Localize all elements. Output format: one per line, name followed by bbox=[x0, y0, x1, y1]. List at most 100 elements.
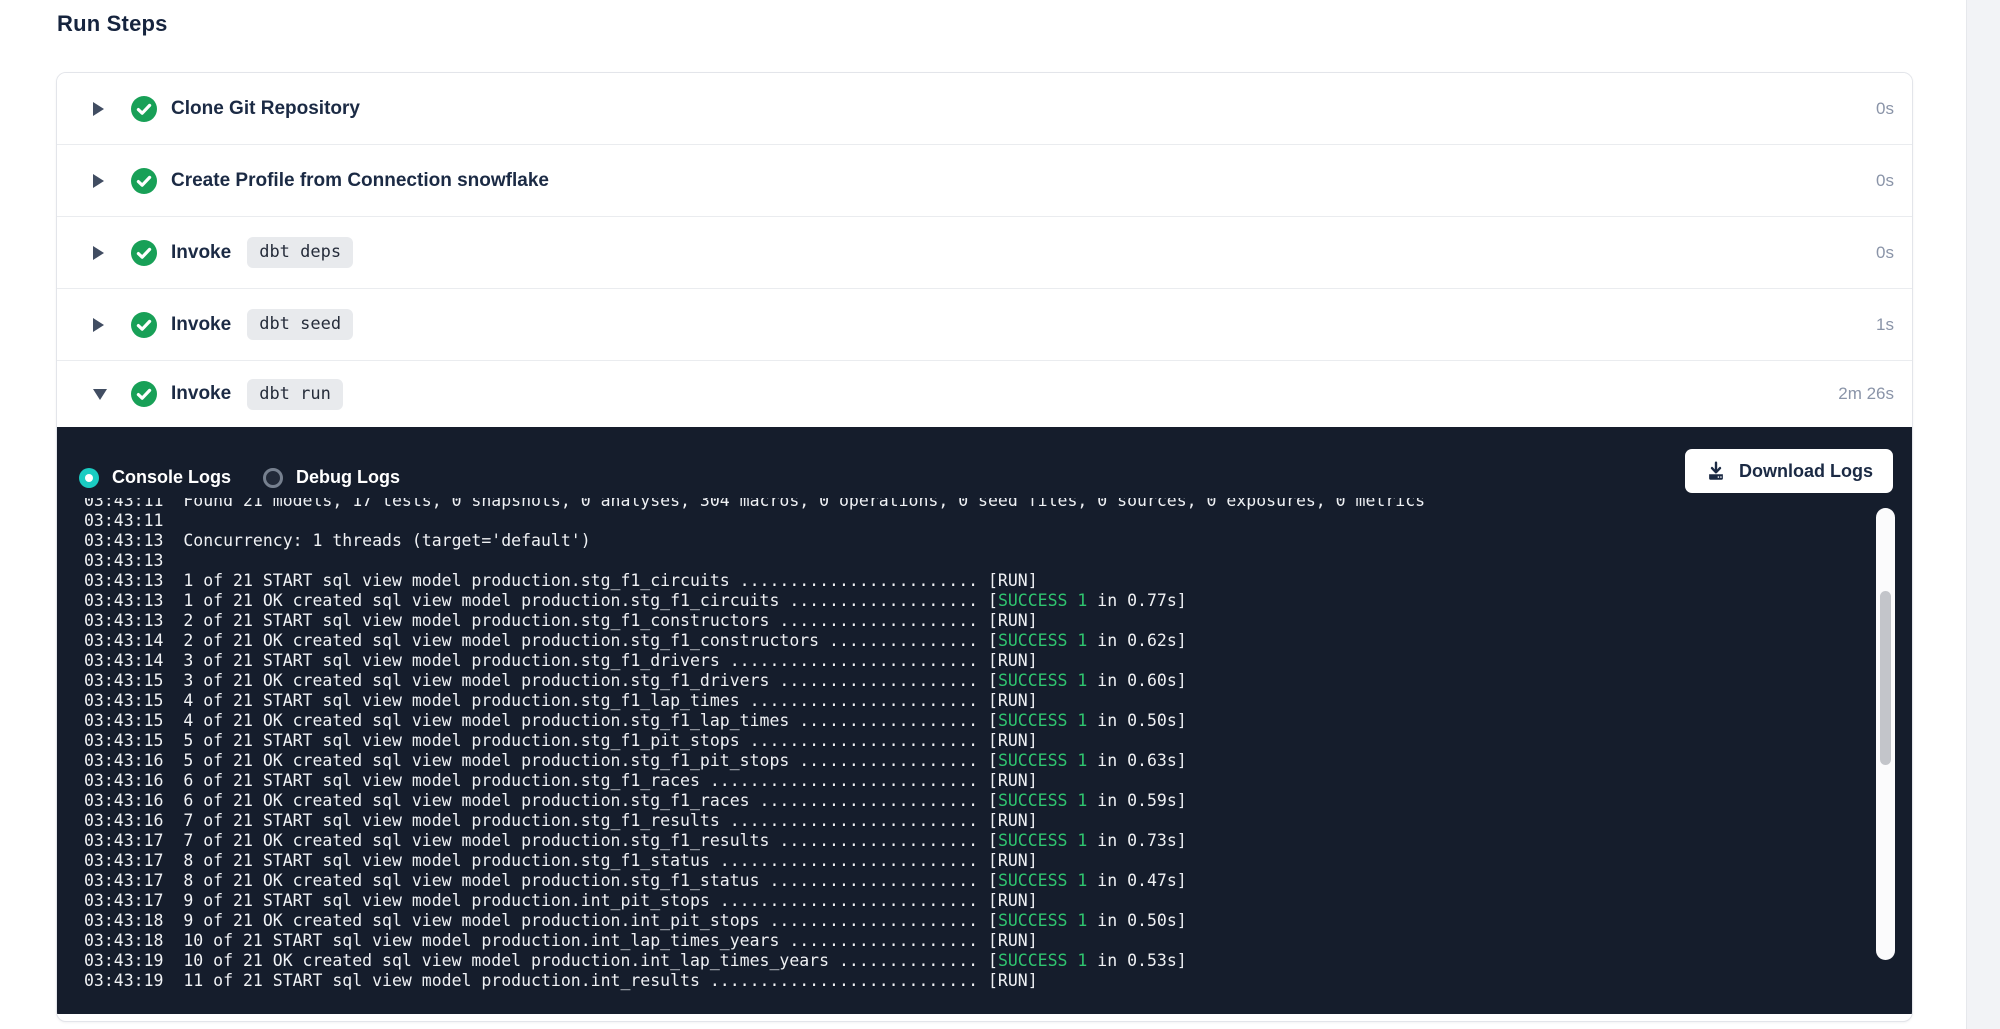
chevron-right-icon[interactable] bbox=[93, 318, 107, 332]
page: Run Steps Clone Git Repository0sCreate P… bbox=[0, 0, 2000, 1029]
log-line: 03:43:14 2 of 21 OK created sql view mod… bbox=[84, 631, 1912, 651]
radio-unselected-icon[interactable] bbox=[263, 468, 283, 488]
log-status: [RUN] bbox=[978, 891, 1038, 910]
log-status: [RUN] bbox=[978, 851, 1038, 870]
step-row-invoke-dbt-deps[interactable]: Invokedbt deps0s bbox=[57, 217, 1912, 289]
log-status: [RUN] bbox=[978, 771, 1038, 790]
log-line: 03:43:15 4 of 21 START sql view model pr… bbox=[84, 691, 1912, 711]
status-success-icon bbox=[131, 381, 157, 407]
log-message: 4 of 21 OK created sql view model produc… bbox=[163, 711, 978, 730]
status-success-icon bbox=[131, 168, 157, 194]
step-label: Invoke bbox=[171, 314, 231, 336]
log-timestamp: 03:43:11 bbox=[84, 498, 163, 510]
step-row-invoke-dbt-run[interactable]: Invokedbt run2m 26s bbox=[57, 361, 1912, 427]
log-status-success: SUCCESS 1 bbox=[998, 831, 1087, 850]
log-message: 6 of 21 OK created sql view model produc… bbox=[163, 791, 978, 810]
log-timestamp: 03:43:17 bbox=[84, 871, 163, 890]
log-timestamp: 03:43:17 bbox=[84, 891, 163, 910]
scrollbar-thumb[interactable] bbox=[1880, 591, 1891, 765]
log-line: 03:43:17 8 of 21 START sql view model pr… bbox=[84, 851, 1912, 871]
log-status-success: SUCCESS 1 bbox=[998, 871, 1087, 890]
log-message: 4 of 21 START sql view model production.… bbox=[163, 691, 978, 710]
step-command-chip: dbt run bbox=[247, 379, 343, 410]
step-row-invoke-dbt-seed[interactable]: Invokedbt seed1s bbox=[57, 289, 1912, 361]
log-timestamp: 03:43:16 bbox=[84, 751, 163, 770]
log-status: [ bbox=[978, 871, 998, 890]
log-line: 03:43:17 7 of 21 OK created sql view mod… bbox=[84, 831, 1912, 851]
log-status: [RUN] bbox=[978, 731, 1038, 750]
log-status: [RUN] bbox=[978, 931, 1038, 950]
radio-label: Console Logs bbox=[112, 467, 231, 488]
page-title: Run Steps bbox=[57, 11, 168, 37]
log-line: 03:43:13 1 of 21 OK created sql view mod… bbox=[84, 591, 1912, 611]
log-timestamp: 03:43:14 bbox=[84, 631, 163, 650]
log-line: 03:43:15 4 of 21 OK created sql view mod… bbox=[84, 711, 1912, 731]
step-row-clone-git-repository[interactable]: Clone Git Repository0s bbox=[57, 73, 1912, 145]
log-timestamp: 03:43:19 bbox=[84, 951, 163, 970]
log-status-tail: in 0.60s] bbox=[1087, 671, 1186, 690]
log-line: 03:43:13 2 of 21 START sql view model pr… bbox=[84, 611, 1912, 631]
log-timestamp: 03:43:13 bbox=[84, 551, 163, 570]
log-timestamp: 03:43:16 bbox=[84, 791, 163, 810]
log-line: 03:43:11 bbox=[84, 511, 1912, 531]
download-logs-label: Download Logs bbox=[1739, 461, 1873, 482]
log-status-tail: in 0.73s] bbox=[1087, 831, 1186, 850]
log-message: 7 of 21 OK created sql view model produc… bbox=[163, 831, 978, 850]
log-status: [ bbox=[978, 951, 998, 970]
log-message: 1 of 21 OK created sql view model produc… bbox=[163, 591, 978, 610]
step-label: Clone Git Repository bbox=[171, 98, 360, 120]
log-message: Concurrency: 1 threads (target='default'… bbox=[163, 531, 590, 550]
step-duration: 0s bbox=[1876, 243, 1912, 263]
page-gutter bbox=[1966, 0, 2000, 1029]
log-line: 03:43:19 11 of 21 START sql view model p… bbox=[84, 971, 1912, 991]
step-row-create-profile-from-connection-snowflake[interactable]: Create Profile from Connection snowflake… bbox=[57, 145, 1912, 217]
log-status: [ bbox=[978, 711, 998, 730]
log-status: [ bbox=[978, 911, 998, 930]
download-logs-button[interactable]: Download Logs bbox=[1685, 449, 1893, 493]
log-message: 6 of 21 START sql view model production.… bbox=[163, 771, 978, 790]
radio-console-logs[interactable]: Console Logs bbox=[79, 467, 231, 488]
step-duration: 0s bbox=[1876, 171, 1912, 191]
log-line: 03:43:18 10 of 21 START sql view model p… bbox=[84, 931, 1912, 951]
log-tabs: Console Logs Debug Logs bbox=[79, 467, 432, 488]
run-steps-card: Clone Git Repository0sCreate Profile fro… bbox=[56, 72, 1913, 1022]
log-message bbox=[163, 551, 183, 570]
log-timestamp: 03:43:13 bbox=[84, 611, 163, 630]
log-status-success: SUCCESS 1 bbox=[998, 951, 1087, 970]
chevron-right-icon[interactable] bbox=[93, 102, 107, 116]
status-success-icon bbox=[131, 240, 157, 266]
log-timestamp: 03:43:18 bbox=[84, 931, 163, 950]
log-timestamp: 03:43:15 bbox=[84, 731, 163, 750]
scrollbar-track[interactable] bbox=[1876, 508, 1895, 960]
log-status-success: SUCCESS 1 bbox=[998, 591, 1087, 610]
log-line: 03:43:15 5 of 21 START sql view model pr… bbox=[84, 731, 1912, 751]
log-line: 03:43:16 6 of 21 OK created sql view mod… bbox=[84, 791, 1912, 811]
log-timestamp: 03:43:18 bbox=[84, 911, 163, 930]
log-output[interactable]: 03:43:11 Found 21 models, 17 tests, 0 sn… bbox=[57, 498, 1912, 1014]
log-timestamp: 03:43:13 bbox=[84, 591, 163, 610]
chevron-down-icon[interactable] bbox=[93, 389, 107, 400]
log-panel: Console Logs Debug Logs Download Logs 03:… bbox=[57, 427, 1912, 1014]
status-success-icon bbox=[131, 312, 157, 338]
step-command-chip: dbt deps bbox=[247, 237, 353, 268]
log-message: 3 of 21 START sql view model production.… bbox=[163, 651, 978, 670]
radio-debug-logs[interactable]: Debug Logs bbox=[263, 467, 400, 488]
radio-selected-icon[interactable] bbox=[79, 468, 99, 488]
log-status-tail: in 0.50s] bbox=[1087, 911, 1186, 930]
log-status-tail: in 0.62s] bbox=[1087, 631, 1186, 650]
chevron-right-icon[interactable] bbox=[93, 174, 107, 188]
log-status-success: SUCCESS 1 bbox=[998, 751, 1087, 770]
download-icon bbox=[1705, 460, 1739, 482]
log-message: 5 of 21 START sql view model production.… bbox=[163, 731, 978, 750]
log-message: 2 of 21 START sql view model production.… bbox=[163, 611, 978, 630]
log-timestamp: 03:43:17 bbox=[84, 851, 163, 870]
log-status: [ bbox=[978, 791, 998, 810]
chevron-right-icon[interactable] bbox=[93, 246, 107, 260]
log-line: 03:43:18 9 of 21 OK created sql view mod… bbox=[84, 911, 1912, 931]
log-status-tail: in 0.53s] bbox=[1087, 951, 1186, 970]
log-status-success: SUCCESS 1 bbox=[998, 631, 1087, 650]
log-timestamp: 03:43:13 bbox=[84, 571, 163, 590]
log-status: [RUN] bbox=[978, 571, 1038, 590]
log-line: 03:43:14 3 of 21 START sql view model pr… bbox=[84, 651, 1912, 671]
step-duration: 2m 26s bbox=[1838, 384, 1912, 404]
